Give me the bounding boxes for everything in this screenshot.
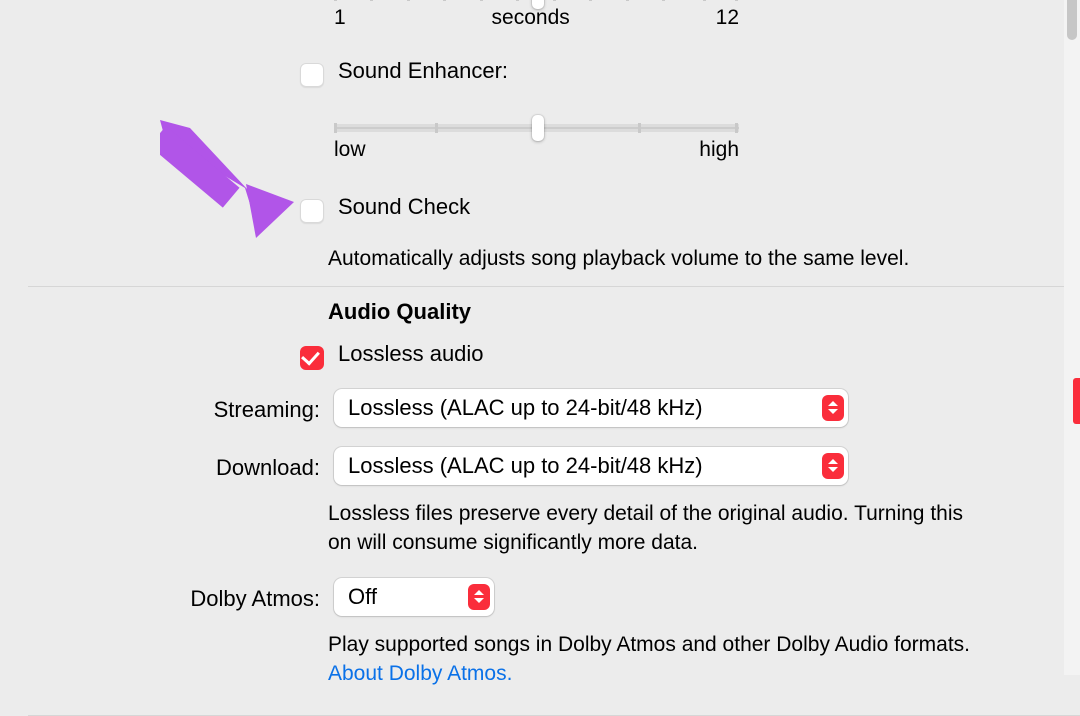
download-select-value: Lossless (ALAC up to 24-bit/48 kHz) xyxy=(348,453,713,479)
dolby-atmos-select-value: Off xyxy=(348,584,387,610)
streaming-select[interactable]: Lossless (ALAC up to 24-bit/48 kHz) xyxy=(334,389,848,427)
section-divider xyxy=(28,286,1080,287)
audio-quality-title: Audio Quality xyxy=(328,299,471,324)
sound-check-checkbox[interactable] xyxy=(300,199,324,223)
dolby-help: Play supported songs in Dolby Atmos and … xyxy=(328,633,970,656)
sound-check-help: Automatically adjusts song playback volu… xyxy=(328,232,1020,273)
crossfade-min-label: 1 xyxy=(334,6,346,30)
lossless-audio-checkbox[interactable] xyxy=(300,346,324,370)
streaming-select-value: Lossless (ALAC up to 24-bit/48 kHz) xyxy=(348,395,713,421)
crossfade-unit-label: seconds xyxy=(346,6,716,30)
stepper-icon xyxy=(822,395,844,421)
dolby-atmos-select[interactable]: Off xyxy=(334,578,494,616)
lossless-help: Lossless files preserve every detail of … xyxy=(328,493,968,558)
dolby-atmos-label: Dolby Atmos: xyxy=(190,586,320,611)
sound-enhancer-low-label: low xyxy=(334,138,366,162)
about-dolby-link[interactable]: About Dolby Atmos. xyxy=(328,662,512,685)
sound-enhancer-high-label: high xyxy=(699,138,739,162)
sound-enhancer-label: Sound Enhancer: xyxy=(338,58,508,83)
stepper-icon xyxy=(822,453,844,479)
scrollbar-thumb[interactable] xyxy=(1067,0,1077,40)
accent-edge xyxy=(1073,378,1080,424)
section-divider-bottom xyxy=(28,715,1080,716)
sound-check-label: Sound Check xyxy=(338,194,470,219)
vertical-scrollbar[interactable] xyxy=(1064,0,1080,675)
sound-enhancer-slider[interactable] xyxy=(334,124,739,132)
lossless-audio-label: Lossless audio xyxy=(338,341,484,366)
sound-enhancer-slider-thumb[interactable] xyxy=(532,115,544,141)
download-label: Download: xyxy=(216,455,320,480)
crossfade-max-label: 12 xyxy=(716,6,739,30)
stepper-icon xyxy=(468,584,490,610)
streaming-label: Streaming: xyxy=(214,397,320,422)
sound-enhancer-checkbox[interactable] xyxy=(300,63,324,87)
download-select[interactable]: Lossless (ALAC up to 24-bit/48 kHz) xyxy=(334,447,848,485)
